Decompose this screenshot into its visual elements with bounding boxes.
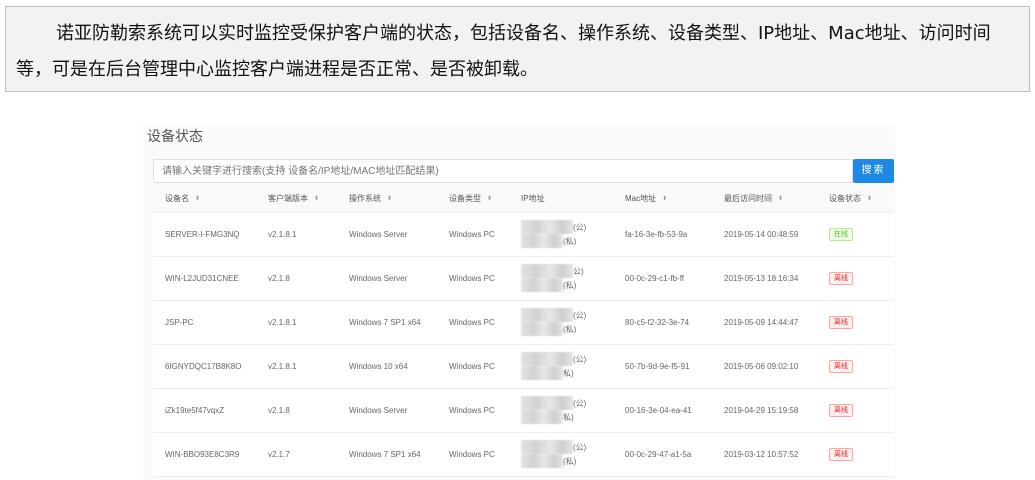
column-header[interactable]: 客户端版本 ⬍: [256, 186, 337, 213]
mac-address: 80-c5-f2-32-3e-74: [613, 300, 712, 345]
sort-icon[interactable]: ⬍: [778, 196, 783, 202]
table-row[interactable]: iZk19te5f47vqxZ v2.1.8 Windows Server Wi…: [153, 388, 894, 433]
os-name: Windows Server: [337, 256, 437, 301]
os-name: Windows Server: [337, 212, 437, 257]
device-status-panel: 设备状态 搜索 设备名⬍ 客户端版本⬍ 操作系统⬍ 设备类型⬍ IP地址 Mac…: [143, 124, 895, 480]
ip-redacted: [521, 352, 573, 366]
device-type: Windows PC: [437, 212, 509, 257]
ip-redacted: [521, 278, 563, 292]
os-name: Windows Server: [337, 388, 437, 433]
status-badge: 离线: [829, 359, 853, 373]
client-version: v2.1.8: [256, 388, 337, 433]
ip-redacted: [521, 322, 563, 336]
client-version: v2.1.8.1: [256, 300, 337, 345]
table-row[interactable]: JSP-PC v2.1.8.1 Windows 7 SP1 x64 Window…: [153, 300, 894, 345]
mac-address: 50-7b-9d-9e-f5-91: [613, 344, 712, 389]
device-type: Windows PC: [437, 256, 509, 301]
client-version: v2.1.8.1: [256, 344, 337, 389]
mac-address: fa-16-3e-fb-53-9a: [613, 212, 712, 257]
table-row[interactable]: 6IGNYDQC17B8K8O v2.1.8.1 Windows 10 x64 …: [153, 344, 894, 389]
table-row[interactable]: SERVER-I-FMG3NQ v2.1.8.1 Windows Server …: [153, 212, 894, 257]
sort-icon[interactable]: ⬍: [662, 196, 667, 202]
os-name: Windows 7 SP1 x64: [337, 432, 437, 477]
intro-text: 诺亚防勒索系统可以实时监控受保护客户端的状态，包括设备名、操作系统、设备类型、I…: [16, 23, 991, 80]
ip-redacted: [521, 264, 573, 278]
sort-icon[interactable]: ⬍: [867, 196, 872, 202]
ip-redacted: [521, 366, 563, 380]
ip-address: (公) 私): [509, 388, 613, 433]
column-header[interactable]: 最后访问时间 ⬍: [712, 186, 817, 213]
ip-redacted: [521, 234, 563, 248]
ip-redacted: [521, 440, 573, 454]
status-badge: 离线: [829, 315, 853, 329]
column-header[interactable]: 设备名 ⬍: [153, 186, 256, 213]
ip-redacted: [521, 396, 573, 410]
status-badge: 离线: [829, 447, 853, 461]
intro-box: 诺亚防勒索系统可以实时监控受保护客户端的状态，包括设备名、操作系统、设备类型、I…: [5, 6, 1030, 92]
mac-address: 00-16-3e-04-ea-41: [613, 388, 712, 433]
client-version: v2.1.8.1: [256, 212, 337, 257]
last-access-time: 2019-03-12 10:57:52: [712, 432, 817, 477]
status-cell: 离线: [817, 344, 894, 389]
device-type: Windows PC: [437, 388, 509, 433]
ip-redacted: [521, 410, 563, 424]
os-name: Windows 7 SP1 x64: [337, 300, 437, 345]
ip-address: (公) (私): [509, 212, 613, 257]
last-access-time: 2019-04-29 15:19:58: [712, 388, 817, 433]
column-header[interactable]: Mac地址 ⬍: [613, 186, 712, 213]
ip-address: (公) (私): [509, 300, 613, 345]
status-badge: 在线: [829, 227, 853, 241]
search-input[interactable]: [153, 159, 853, 183]
device-name: WIN-L2JUD31CNEE: [153, 256, 256, 301]
column-header: IP地址: [509, 186, 613, 213]
device-type: Windows PC: [437, 300, 509, 345]
panel-title: 设备状态: [147, 128, 203, 144]
device-name: SERVER-I-FMG3NQ: [153, 212, 256, 257]
table-header-row: 设备名 ⬍ 客户端版本 ⬍ 操作系统 ⬍ 设备类型 ⬍ IP地址 Mac地址 ⬍ 最后访问…: [153, 186, 894, 213]
ip-redacted: [521, 220, 573, 234]
table-row[interactable]: WIN-BBO93E8C3R9 v2.1.7 Windows 7 SP1 x64…: [153, 432, 894, 477]
device-type: Windows PC: [437, 432, 509, 477]
sort-icon[interactable]: ⬍: [487, 196, 492, 202]
column-header[interactable]: 设备状态 ⬍: [817, 186, 894, 213]
os-name: Windows 10 x64: [337, 344, 437, 389]
device-name: 6IGNYDQC17B8K8O: [153, 344, 256, 389]
sort-icon[interactable]: ⬍: [195, 196, 200, 202]
ip-address: (公) 私): [509, 344, 613, 389]
ip-redacted: [521, 454, 563, 468]
last-access-time: 2019-05-13 18:16:34: [712, 256, 817, 301]
status-badge: 离线: [829, 271, 853, 285]
device-name: JSP-PC: [153, 300, 256, 345]
ip-address: 公) (私): [509, 256, 613, 301]
status-badge: 离线: [829, 403, 853, 417]
last-access-time: 2019-05-09 14:44:47: [712, 300, 817, 345]
device-name: iZk19te5f47vqxZ: [153, 388, 256, 433]
table-row[interactable]: WIN-L2JUD31CNEE v2.1.8 Windows Server Wi…: [153, 256, 894, 301]
status-cell: 离线: [817, 300, 894, 345]
search-button[interactable]: 搜索: [853, 159, 894, 183]
device-table: 设备名 ⬍ 客户端版本 ⬍ 操作系统 ⬍ 设备类型 ⬍ IP地址 Mac地址 ⬍ 最后访问…: [153, 186, 894, 477]
sort-icon[interactable]: ⬍: [387, 196, 392, 202]
column-header[interactable]: 操作系统 ⬍: [337, 186, 437, 213]
last-access-time: 2019-05-14 00:48:59: [712, 212, 817, 257]
ip-address: (公) (私): [509, 432, 613, 477]
status-cell: 离线: [817, 388, 894, 433]
device-type: Windows PC: [437, 344, 509, 389]
status-cell: 离线: [817, 432, 894, 477]
client-version: v2.1.8: [256, 256, 337, 301]
client-version: v2.1.7: [256, 432, 337, 477]
last-access-time: 2019-05-06 09:02:10: [712, 344, 817, 389]
device-name: WIN-BBO93E8C3R9: [153, 432, 256, 477]
sort-icon[interactable]: ⬍: [314, 196, 319, 202]
mac-address: 00-0c-29-47-a1-5a: [613, 432, 712, 477]
column-header[interactable]: 设备类型 ⬍: [437, 186, 509, 213]
status-cell: 在线: [817, 212, 894, 257]
mac-address: 00-0c-29-c1-fb-ff: [613, 256, 712, 301]
ip-redacted: [521, 308, 573, 322]
status-cell: 离线: [817, 256, 894, 301]
